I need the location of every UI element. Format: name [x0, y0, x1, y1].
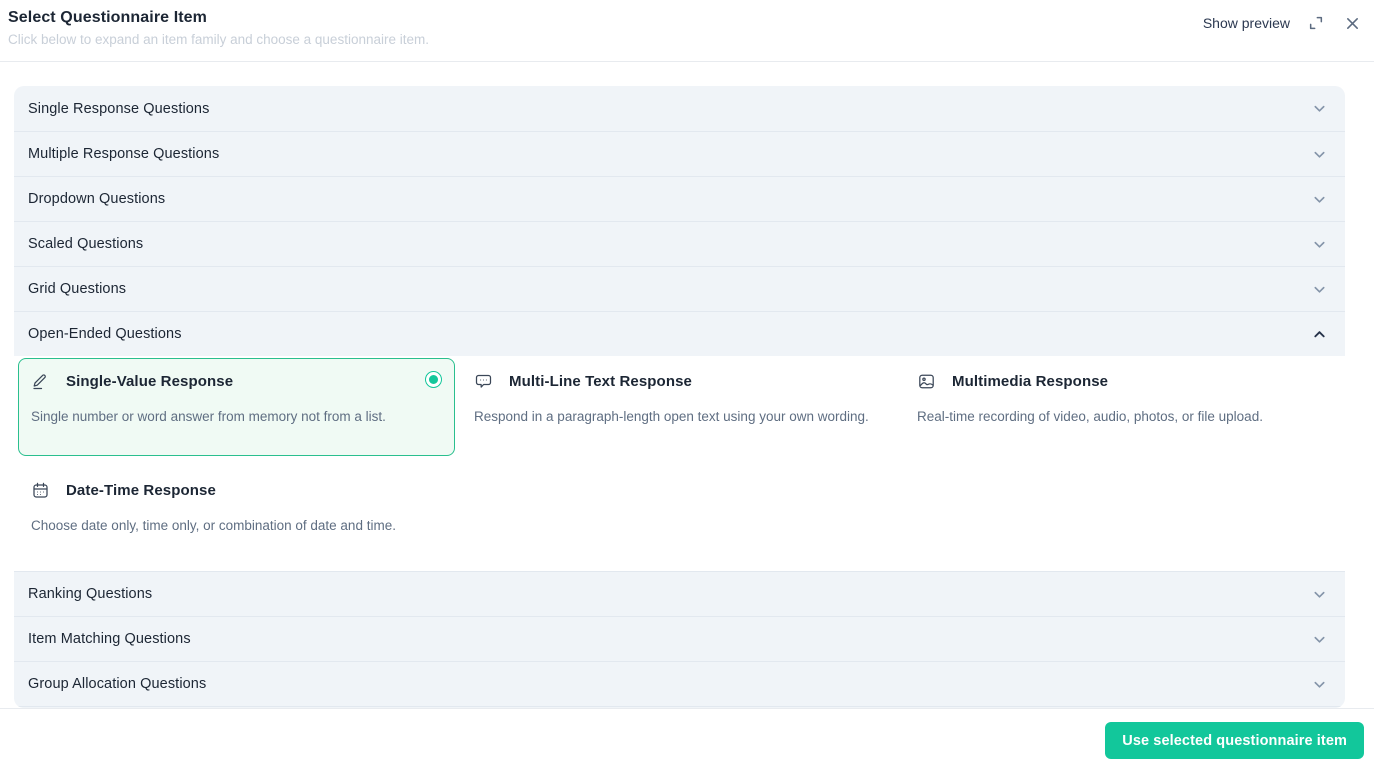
section-label: Dropdown Questions — [28, 191, 166, 207]
header-actions: Show preview — [1203, 13, 1362, 33]
chevron-down-icon — [1312, 101, 1327, 116]
accordion-section-ranking[interactable]: Ranking Questions — [14, 571, 1345, 616]
accordion-section-item-matching[interactable]: Item Matching Questions — [14, 616, 1345, 661]
section-label: Group Allocation Questions — [28, 676, 207, 692]
chevron-up-icon — [1312, 327, 1327, 342]
item-description: Choose date only, time only, or combinat… — [31, 518, 396, 533]
item-title: Date-Time Response — [66, 482, 216, 499]
radio-selected-icon[interactable] — [425, 371, 442, 388]
accordion-section-multiple-response[interactable]: Multiple Response Questions — [14, 131, 1345, 176]
open-ended-items-panel: Single-Value Response Single number or w… — [14, 356, 1345, 571]
page-title: Select Questionnaire Item — [8, 9, 208, 26]
accordion-section-scaled[interactable]: Scaled Questions — [14, 221, 1345, 266]
chevron-down-icon — [1312, 677, 1327, 692]
use-selected-item-button[interactable]: Use selected questionnaire item — [1105, 722, 1364, 759]
accordion-section-open-ended[interactable]: Open-Ended Questions — [14, 311, 1345, 356]
section-label: Open-Ended Questions — [28, 326, 182, 342]
item-description: Real-time recording of video, audio, pho… — [917, 409, 1263, 424]
item-card-multimedia-response[interactable]: Multimedia Response Real-time recording … — [904, 358, 1341, 456]
item-title: Multi-Line Text Response — [509, 373, 692, 390]
section-label: Single Response Questions — [28, 100, 210, 117]
chevron-down-icon — [1312, 587, 1327, 602]
section-label: Ranking Questions — [28, 586, 153, 602]
dialog-footer: Use selected questionnaire item — [0, 708, 1374, 763]
pencil-icon — [31, 372, 50, 391]
chevron-down-icon — [1312, 147, 1327, 162]
page-subtitle: Click below to expand an item family and… — [8, 32, 429, 47]
select-questionnaire-item-dialog: Select Questionnaire Item Click below to… — [0, 0, 1374, 763]
item-card-single-value-response[interactable]: Single-Value Response Single number or w… — [18, 358, 455, 456]
questionnaire-item-cards: Single-Value Response Single number or w… — [18, 358, 1341, 565]
section-label: Multiple Response Questions — [28, 146, 220, 162]
close-icon[interactable] — [1342, 13, 1362, 33]
dialog-header: Select Questionnaire Item Click below to… — [0, 0, 1374, 62]
accordion-section-single-response[interactable]: Single Response Questions — [14, 86, 1345, 131]
accordion-section-grid[interactable]: Grid Questions — [14, 266, 1345, 311]
show-preview-button[interactable]: Show preview — [1203, 15, 1290, 31]
item-card-date-time-response[interactable]: Date-Time Response Choose date only, tim… — [18, 467, 455, 565]
section-label: Item Matching Questions — [28, 631, 191, 647]
item-title: Single-Value Response — [66, 373, 234, 390]
chevron-down-icon — [1312, 282, 1327, 297]
chevron-down-icon — [1312, 192, 1327, 207]
expand-icon[interactable] — [1306, 13, 1326, 33]
item-description: Single number or word answer from memory… — [31, 409, 386, 424]
image-icon — [917, 372, 936, 391]
question-family-accordion: Single Response Questions Multiple Respo… — [14, 86, 1345, 708]
accordion-section-dropdown[interactable]: Dropdown Questions — [14, 176, 1345, 221]
accordion-section-group-allocation[interactable]: Group Allocation Questions — [14, 661, 1345, 706]
section-label: Scaled Questions — [28, 236, 144, 252]
calendar-icon — [31, 481, 50, 500]
item-card-multi-line-text-response[interactable]: Multi-Line Text Response Respond in a pa… — [461, 358, 898, 456]
section-label: Grid Questions — [28, 281, 127, 297]
item-title: Multimedia Response — [952, 373, 1109, 390]
chat-bubble-icon — [474, 372, 493, 391]
chevron-down-icon — [1312, 632, 1327, 647]
item-description: Respond in a paragraph-length open text … — [474, 409, 869, 424]
chevron-down-icon — [1312, 237, 1327, 252]
